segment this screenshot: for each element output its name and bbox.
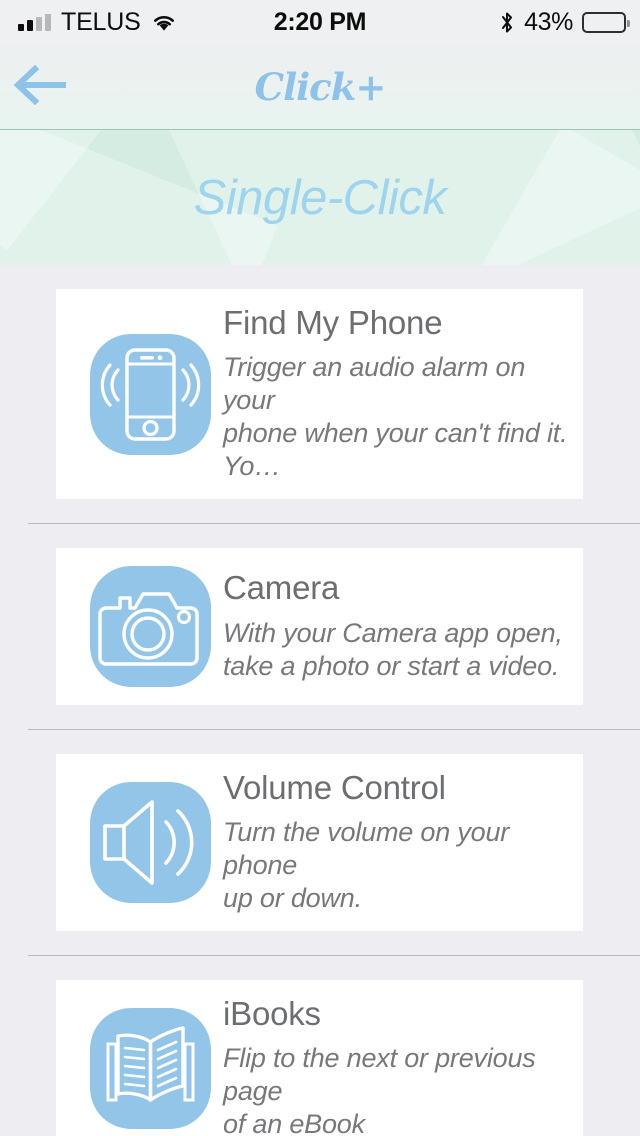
action-title: Find My Phone <box>223 304 443 341</box>
action-description: Trigger an audio alarm on your phone whe… <box>223 352 568 482</box>
list-row: iBooks Flip to the next or previous page… <box>0 956 640 1136</box>
status-bar-right: 43% <box>499 7 630 37</box>
action-description: Turn the volume on your phone up or down… <box>223 817 510 914</box>
camera-icon <box>88 564 213 689</box>
action-text-block: Volume Control Turn the volume on your p… <box>223 769 583 915</box>
action-text-block: Camera With your Camera app open, take a… <box>223 570 583 682</box>
status-bar-left: TELUS <box>18 8 499 37</box>
speaker-volume-icon <box>88 780 213 905</box>
action-card-volume-control[interactable]: Volume Control Turn the volume on your p… <box>56 754 583 932</box>
wifi-icon <box>151 13 177 32</box>
carrier-label: TELUS <box>61 7 141 36</box>
page-title: Single-Click <box>193 170 447 225</box>
action-card-camera[interactable]: Camera With your Camera app open, take a… <box>56 548 583 706</box>
bluetooth-icon <box>499 11 515 33</box>
action-text-block: iBooks Flip to the next or previous page… <box>223 995 583 1136</box>
status-bar: TELUS 2:20 PM 43% <box>0 0 640 44</box>
action-card-find-my-phone[interactable]: Find My Phone Trigger an audio alarm on … <box>56 289 583 500</box>
app-logo-title: Click+ <box>254 64 387 109</box>
signal-strength-icon <box>18 13 51 31</box>
open-book-icon <box>88 1006 213 1131</box>
list-row: Find My Phone Trigger an audio alarm on … <box>0 265 640 525</box>
back-arrow-icon <box>12 64 67 108</box>
action-title: Volume Control <box>223 769 446 807</box>
action-card-ibooks[interactable]: iBooks Flip to the next or previous page… <box>56 980 583 1136</box>
phone-vibrate-icon <box>88 332 213 457</box>
action-text-block: Find My Phone Trigger an audio alarm on … <box>223 304 583 483</box>
page-header-banner: Single-Click <box>0 130 640 265</box>
list-row: Camera With your Camera app open, take a… <box>0 524 640 731</box>
action-description: With your Camera app open, take a photo … <box>223 617 563 681</box>
app-screen: TELUS 2:20 PM 43% Click+ Single-Click Fi… <box>0 0 640 1136</box>
action-list: Find My Phone Trigger an audio alarm on … <box>0 265 640 1136</box>
battery-icon <box>582 11 630 33</box>
battery-percent-label: 43% <box>524 7 573 36</box>
action-title: Camera <box>223 569 340 607</box>
back-button[interactable] <box>0 44 78 130</box>
action-description: Flip to the next or previous page of an … <box>223 1043 536 1136</box>
list-row: Volume Control Turn the volume on your p… <box>0 730 640 957</box>
navigation-bar: Click+ <box>0 44 640 130</box>
action-title: iBooks <box>223 995 321 1033</box>
